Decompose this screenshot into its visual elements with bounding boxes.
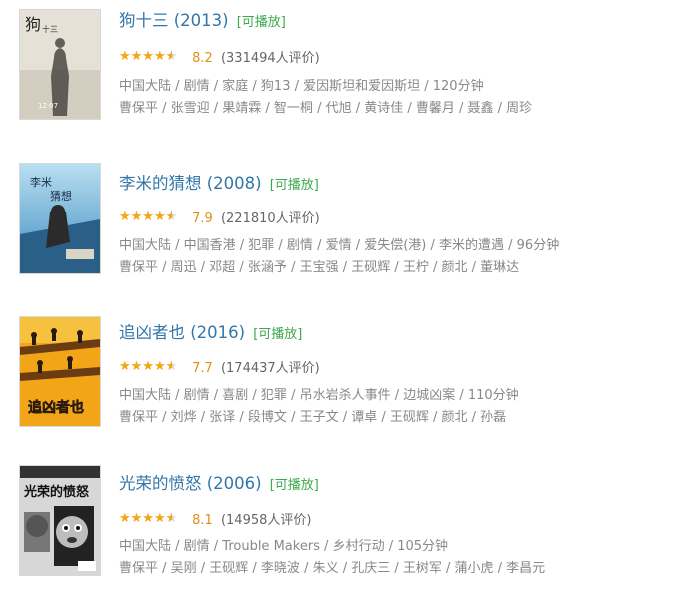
rating-score: 8.2	[192, 51, 213, 66]
movie-cast: 曹保平 / 周迅 / 邓超 / 张涵予 / 王宝强 / 王砚辉 / 王柠 / 颜…	[119, 260, 520, 275]
rating-count: (14958人评价)	[220, 513, 312, 528]
star-fill-icon: ★★★★★	[119, 210, 172, 223]
movie-title-link[interactable]: 光荣的愤怒 (2006)	[119, 474, 262, 493]
poster-title-a: 追凶者也	[28, 399, 84, 416]
star-fill-icon: ★★★★★	[119, 50, 172, 63]
poster-title-a: 光荣的愤怒	[23, 484, 89, 500]
playable-link[interactable]: [可播放]	[253, 327, 302, 342]
playable-link[interactable]: [可播放]	[270, 178, 319, 193]
rating-line: ★★★★★ ★★★★★ 8.1 (14958人评价)	[119, 509, 311, 528]
poster-title-a: 狗	[25, 15, 41, 34]
star-fill-icon: ★★★★★	[119, 512, 172, 525]
poster-date: 12·07	[38, 102, 58, 110]
movie-meta-info: 中国大陆 / 中国香港 / 犯罪 / 剧情 / 爱情 / 爱失偿(港) / 李米…	[119, 238, 560, 253]
rating-stars: ★★★★★ ★★★★★	[119, 210, 185, 223]
rating-count: (331494人评价)	[220, 51, 320, 66]
poster-title-b: 猜想	[50, 189, 72, 203]
rating-line: ★★★★★ ★★★★★ 7.7 (174437人评价)	[119, 357, 320, 376]
movie-poster[interactable]: 狗 十三 12·07	[19, 9, 101, 120]
playable-link[interactable]: [可播放]	[237, 15, 286, 30]
movie-title-link[interactable]: 狗十三 (2013)	[119, 11, 229, 30]
rating-line: ★★★★★ ★★★★★ 8.2 (331494人评价)	[119, 47, 320, 66]
rating-line: ★★★★★ ★★★★★ 7.9 (221810人评价)	[119, 207, 320, 226]
rating-stars: ★★★★★ ★★★★★	[119, 50, 185, 63]
movie-cast: 曹保平 / 吴刚 / 王砚辉 / 李晓波 / 朱义 / 孔庆三 / 王树军 / …	[119, 561, 546, 576]
playable-link[interactable]: [可播放]	[270, 478, 319, 493]
title-line: 光荣的愤怒 (2006) [可播放]	[119, 470, 319, 494]
star-fill-icon: ★★★★★	[119, 360, 172, 373]
poster-image: 狗 十三 12·07	[20, 10, 100, 119]
movie-meta-info: 中国大陆 / 剧情 / Trouble Makers / 乡村行动 / 105分…	[119, 539, 449, 554]
poster-title-b: 十三	[42, 24, 58, 34]
movie-title-link[interactable]: 李米的猜想 (2008)	[119, 174, 262, 193]
rating-score: 8.1	[192, 513, 213, 528]
rating-score: 7.7	[192, 361, 213, 376]
rating-stars: ★★★★★ ★★★★★	[119, 360, 185, 373]
poster-title-a: 李米	[30, 175, 52, 189]
movie-poster[interactable]: 追凶者也	[19, 316, 101, 427]
movie-cast: 曹保平 / 张雪迎 / 果靖霖 / 智一桐 / 代旭 / 黄诗佳 / 曹馨月 /…	[119, 101, 533, 116]
title-line: 李米的猜想 (2008) [可播放]	[119, 170, 319, 194]
movie-cast: 曹保平 / 刘烨 / 张译 / 段博文 / 王子文 / 谭卓 / 王砚辉 / 颜…	[119, 410, 507, 425]
movie-meta-info: 中国大陆 / 剧情 / 家庭 / 狗13 / 爱因斯坦和爱因斯坦 / 120分钟	[119, 79, 484, 94]
poster-image: 追凶者也	[20, 317, 100, 426]
movie-meta-info: 中国大陆 / 剧情 / 喜剧 / 犯罪 / 吊水岩杀人事件 / 边城凶案 / 1…	[119, 388, 519, 403]
movie-poster[interactable]: 光荣的愤怒	[19, 465, 101, 576]
rating-score: 7.9	[192, 211, 213, 226]
poster-image: 李米 猜想	[20, 164, 100, 273]
movie-poster[interactable]: 李米 猜想	[19, 163, 101, 274]
movie-title-link[interactable]: 追凶者也 (2016)	[119, 323, 245, 342]
rating-count: (221810人评价)	[220, 211, 320, 226]
rating-stars: ★★★★★ ★★★★★	[119, 512, 185, 525]
poster-image: 光荣的愤怒	[20, 466, 100, 575]
title-line: 狗十三 (2013) [可播放]	[119, 7, 286, 31]
rating-count: (174437人评价)	[220, 361, 320, 376]
title-line: 追凶者也 (2016) [可播放]	[119, 319, 302, 343]
